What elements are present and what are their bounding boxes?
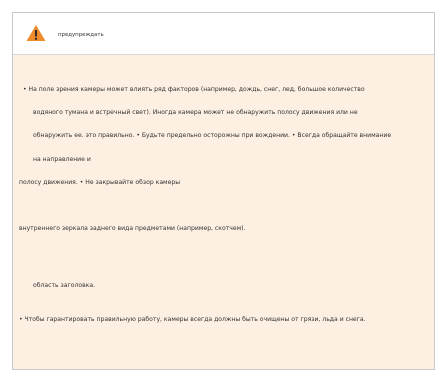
body-line-3: обнаружить ее. это правильно. • Будьте п… — [33, 132, 392, 139]
body-line-4: на направление и — [33, 156, 91, 163]
body-line-5: полосу движения. • Не закрывайте обзор к… — [19, 179, 181, 186]
body-line-7: область заголовка. — [33, 282, 96, 289]
body-line-1: • На поле зрения камеры может влиять ряд… — [23, 86, 365, 93]
warning-header: предупреждать — [13, 13, 434, 55]
body-line-8: • Чтобы гарантировать правильную работу,… — [19, 316, 366, 323]
warning-triangle-icon — [26, 25, 46, 41]
body-line-6: внутреннего зеркала заднего вида предмет… — [19, 225, 246, 232]
warning-title: предупреждать — [58, 32, 104, 38]
body-line-2: водяного тумана и встречный свет). Иногд… — [33, 109, 358, 116]
warning-panel: предупреждать • На поле зрения камеры мо… — [12, 12, 435, 370]
